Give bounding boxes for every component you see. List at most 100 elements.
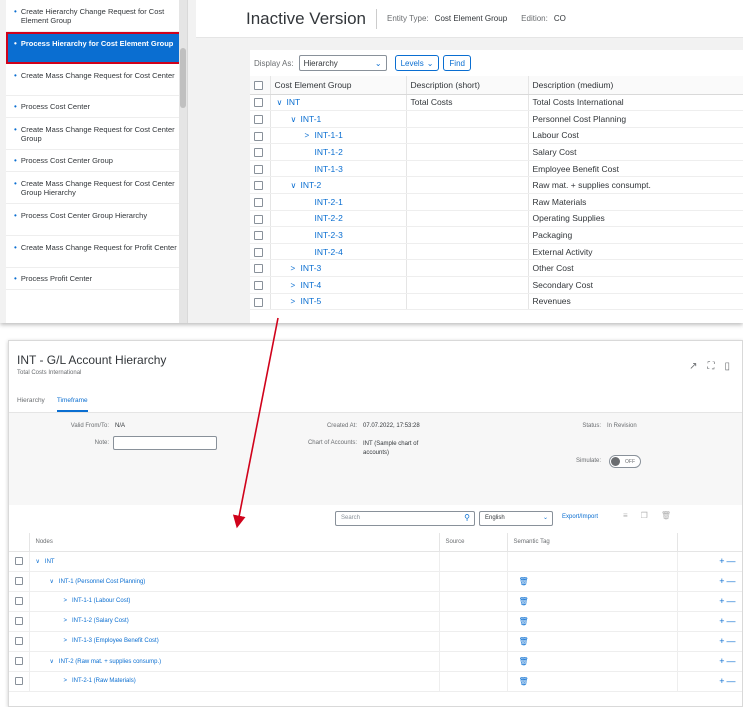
row-checkbox[interactable] [254,280,263,290]
node-cell[interactable]: ∨ INT [270,94,407,112]
semantic-tag-icon[interactable]: 🗑 [519,597,529,606]
chevron-right-icon[interactable]: > [64,678,68,684]
sidebar-scroll-thumb[interactable] [180,48,186,108]
row-checkbox[interactable] [15,637,23,645]
add-node-icon[interactable]: + [719,676,726,686]
copy-icon[interactable]: ❐ [641,511,648,520]
table-row[interactable]: > INT-4 Secondary Cost [250,276,743,294]
display-as-select[interactable]: Hierarchy ⌄ [298,55,387,71]
language-select[interactable]: English ⌄ [479,511,553,526]
node-cell[interactable]: ∨ INT-1 (Personnel Cost Planning) [29,571,440,592]
table-row[interactable]: > INT-1-1 (Labour Cost) 🗑 +— [9,591,742,612]
node-cell[interactable]: INT-1-2 [270,143,407,161]
row-checkbox[interactable] [15,657,23,665]
node-cell[interactable]: > INT-1-1 [270,127,407,145]
row-checkbox-cell[interactable] [9,591,30,612]
semantic-tag-icon[interactable]: 🗑 [519,657,529,666]
chevron-right-icon[interactable]: > [291,281,301,290]
row-checkbox[interactable] [254,197,263,207]
table-row[interactable]: > INT-1-3 (Employee Benefit Cost) 🗑 +— [9,631,742,652]
more-icon[interactable]: — [727,556,738,566]
table-row[interactable]: ∨ INT-1 (Personnel Cost Planning) 🗑 +— [9,571,742,592]
more-icon[interactable]: — [727,636,738,646]
sidebar-item[interactable]: • Create Mass Change Request for Cost Cen… [6,172,187,204]
more-icon[interactable]: — [727,676,738,686]
panel-icon[interactable]: ▯ [724,361,730,372]
sidebar-item[interactable]: • Process Profit Center [6,268,187,290]
row-checkbox-cell[interactable] [250,226,271,244]
sidebar-item[interactable]: • Create Hierarchy Change Request for Cos… [6,0,187,32]
add-node-icon[interactable]: + [719,616,726,626]
row-checkbox-cell[interactable] [250,176,271,195]
table-row[interactable]: INT-1-3 Employee Benefit Cost [250,160,743,178]
column-header[interactable]: Source [439,533,508,552]
semantic-tag-icon[interactable]: 🗑 [519,637,529,646]
row-checkbox-cell[interactable] [250,243,271,261]
row-checkbox[interactable] [254,164,263,174]
chevron-down-icon[interactable]: ∨ [277,98,287,107]
chevron-down-icon[interactable]: ∨ [291,181,301,190]
node-cell[interactable]: INT-2-1 [270,193,407,211]
row-checkbox[interactable] [254,98,263,108]
row-checkbox-cell[interactable] [250,293,271,311]
open-in-new-icon[interactable]: ↗ [689,361,697,372]
add-node-icon[interactable]: + [719,636,726,646]
row-checkbox-cell[interactable] [9,631,30,652]
row-checkbox-cell[interactable] [250,110,271,128]
row-checkbox-cell[interactable] [250,94,271,112]
column-header[interactable]: Description (medium) [528,76,743,95]
sidebar-item[interactable]: • Process Cost Center Group [6,150,187,172]
semantic-tag-icon[interactable]: 🗑 [519,617,529,626]
column-header[interactable]: Description (short) [406,76,529,95]
sidebar-item[interactable]: • Process Cost Center Group Hierarchy [6,204,187,236]
table-row[interactable]: ∨ INT-2 Raw mat. + supplies consumpt. [250,176,743,195]
table-row[interactable]: ∨ INT-2 (Raw mat. + supplies consump.) 🗑 +— [9,651,742,672]
row-checkbox[interactable] [254,214,263,224]
row-checkbox-cell[interactable] [250,276,271,294]
semantic-tag-icon[interactable]: 🗑 [519,677,529,686]
node-cell[interactable]: INT-2-3 [270,226,407,244]
node-cell[interactable]: ∨ INT [29,551,440,572]
find-button[interactable]: Find [443,55,471,71]
node-link[interactable]: INT-1 (Personnel Cost Planning) [59,579,145,585]
node-link[interactable]: INT-1-2 (Salary Cost) [72,618,129,624]
node-link[interactable]: INT-2 (Raw mat. + supplies consump.) [59,659,161,665]
more-icon[interactable]: — [727,576,738,586]
chevron-right-icon[interactable]: > [64,638,68,644]
table-row[interactable]: INT-1-2 Salary Cost [250,143,743,161]
row-checkbox[interactable] [254,148,263,158]
table-row[interactable]: INT-2-3 Packaging [250,226,743,244]
chevron-right-icon[interactable]: > [291,264,301,273]
table-row[interactable]: > INT-3 Other Cost [250,259,743,278]
row-checkbox-cell[interactable] [9,671,30,692]
sidebar-item[interactable]: • Create Mass Change Request for Profit C… [6,236,187,268]
node-cell[interactable]: ∨ INT-2 (Raw mat. + supplies consump.) [29,651,440,672]
add-node-icon[interactable]: + [719,556,726,566]
sidebar-item[interactable]: • Process Hierarchy for Cost Element Grou… [6,32,187,64]
row-checkbox[interactable] [15,597,23,605]
simulate-toggle[interactable]: OFF [609,455,641,468]
row-checkbox-cell[interactable] [250,127,271,145]
table-row[interactable]: ∨ INT +— [9,551,742,572]
chevron-right-icon[interactable]: > [64,618,68,624]
node-link[interactable]: INT-1-1 (Labour Cost) [72,598,130,604]
chevron-down-icon[interactable]: ∨ [50,659,54,665]
chevron-right-icon[interactable]: > [291,297,301,306]
tab-hierarchy[interactable]: Hierarchy [17,391,45,412]
row-checkbox[interactable] [15,617,23,625]
row-checkbox[interactable] [254,231,263,241]
semantic-tag-icon[interactable]: 🗑 [519,577,529,586]
sidebar-item[interactable]: • Create Mass Change Request for Cost Cen… [6,118,187,150]
fullscreen-icon[interactable]: ⛶ [707,361,714,372]
node-cell[interactable]: > INT-5 [270,293,407,311]
sidebar-item[interactable]: • Process Cost Center [6,96,187,118]
export-import-button[interactable]: Export/Import [562,514,598,520]
row-checkbox[interactable] [15,557,23,565]
table-row[interactable]: INT-2-2 Operating Supplies [250,210,743,228]
note-input[interactable] [113,436,217,450]
node-cell[interactable]: ∨ INT-1 [270,110,407,128]
tab-timeframe[interactable]: Timeframe [56,391,88,412]
column-header[interactable]: Nodes [29,533,440,552]
row-checkbox-cell[interactable] [250,143,271,161]
chevron-right-icon[interactable]: > [64,598,68,604]
